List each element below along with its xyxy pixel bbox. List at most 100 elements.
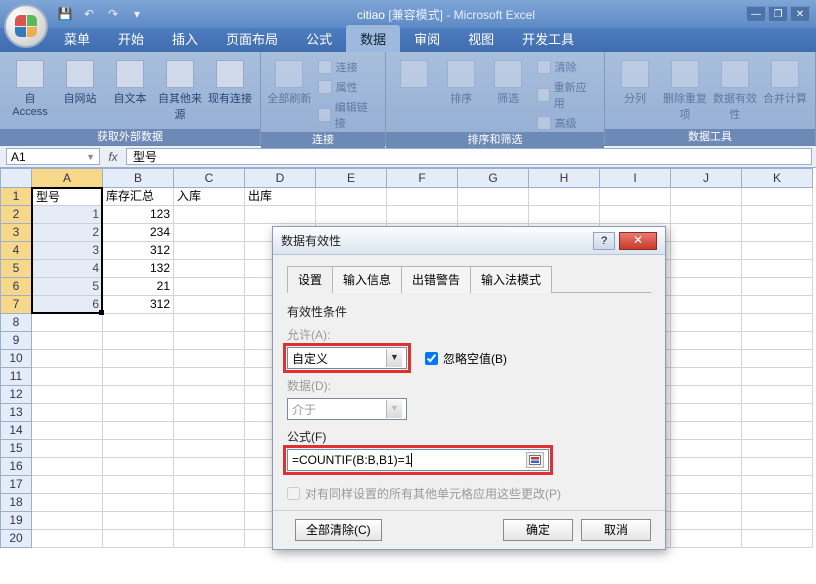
cell[interactable] [671, 350, 742, 368]
cell[interactable] [742, 368, 813, 386]
maximize-button[interactable]: ❐ [768, 6, 788, 22]
save-icon[interactable]: 💾 [56, 5, 74, 23]
cell[interactable] [32, 350, 103, 368]
cell[interactable] [671, 188, 742, 206]
cell[interactable] [32, 422, 103, 440]
cell[interactable] [671, 422, 742, 440]
ribbon-button-small[interactable]: 重新应用 [533, 78, 598, 112]
ribbon-button[interactable]: 删除重复项 [661, 56, 709, 122]
row-header[interactable]: 9 [0, 332, 32, 350]
ribbon-button[interactable] [392, 56, 437, 90]
column-header[interactable]: J [671, 168, 742, 188]
column-header[interactable]: H [529, 168, 600, 188]
column-header[interactable]: K [742, 168, 813, 188]
cell[interactable]: 5 [32, 278, 103, 296]
cell[interactable] [742, 422, 813, 440]
row-header[interactable]: 7 [0, 296, 32, 314]
row-header[interactable]: 12 [0, 386, 32, 404]
cell[interactable]: 入库 [174, 188, 245, 206]
cell[interactable] [32, 368, 103, 386]
cell[interactable] [671, 206, 742, 224]
dialog-tab[interactable]: 设置 [287, 266, 333, 293]
formula-input[interactable]: 型号 [126, 148, 812, 165]
chevron-down-icon[interactable]: ▼ [386, 349, 402, 367]
cell[interactable] [742, 260, 813, 278]
cell[interactable] [671, 314, 742, 332]
cell[interactable] [671, 242, 742, 260]
ribbon-button-small[interactable]: 清除 [533, 58, 598, 76]
cell[interactable] [742, 512, 813, 530]
cell[interactable] [742, 224, 813, 242]
cell[interactable] [742, 350, 813, 368]
cell[interactable] [32, 458, 103, 476]
cell[interactable] [742, 296, 813, 314]
ribbon-button[interactable]: 全部刷新 [267, 56, 312, 106]
cell[interactable] [671, 440, 742, 458]
cell[interactable]: 6 [32, 296, 103, 314]
cell[interactable]: 出库 [245, 188, 316, 206]
cell[interactable] [245, 206, 316, 224]
cell[interactable] [103, 422, 174, 440]
cell[interactable] [600, 188, 671, 206]
ribbon-tab[interactable]: 公式 [292, 25, 346, 52]
cell[interactable] [32, 476, 103, 494]
dialog-help-button[interactable]: ? [593, 232, 615, 250]
dialog-tab[interactable]: 出错警告 [401, 266, 471, 293]
cell[interactable] [174, 296, 245, 314]
cell[interactable] [103, 530, 174, 548]
cell[interactable]: 21 [103, 278, 174, 296]
column-header[interactable]: B [103, 168, 174, 188]
cell[interactable] [32, 512, 103, 530]
ribbon-button[interactable]: 自 Access [6, 56, 54, 118]
cell[interactable] [458, 188, 529, 206]
ribbon-tab[interactable]: 数据 [346, 25, 400, 52]
cell[interactable] [32, 440, 103, 458]
row-header[interactable]: 6 [0, 278, 32, 296]
cell[interactable] [671, 404, 742, 422]
cell[interactable] [174, 260, 245, 278]
undo-icon[interactable]: ↶ [80, 5, 98, 23]
ribbon-button[interactable]: 自网站 [56, 56, 104, 106]
column-header[interactable]: E [316, 168, 387, 188]
row-header[interactable]: 8 [0, 314, 32, 332]
formula-input[interactable]: =COUNTIF(B:B,B1)=1 [287, 449, 549, 471]
cell[interactable] [174, 350, 245, 368]
row-header[interactable]: 19 [0, 512, 32, 530]
cell[interactable] [32, 404, 103, 422]
cell[interactable]: 2 [32, 224, 103, 242]
cell[interactable] [387, 188, 458, 206]
cell[interactable] [103, 494, 174, 512]
ribbon-tab[interactable]: 页面布局 [212, 25, 292, 52]
cell[interactable]: 123 [103, 206, 174, 224]
minimize-button[interactable]: — [746, 6, 766, 22]
cell[interactable] [387, 206, 458, 224]
cell[interactable] [458, 206, 529, 224]
cell[interactable] [174, 278, 245, 296]
cell[interactable] [742, 404, 813, 422]
row-header[interactable]: 4 [0, 242, 32, 260]
row-header[interactable]: 16 [0, 458, 32, 476]
row-header[interactable]: 10 [0, 350, 32, 368]
cell[interactable] [103, 476, 174, 494]
cell[interactable] [174, 530, 245, 548]
cell[interactable] [174, 458, 245, 476]
column-header[interactable]: C [174, 168, 245, 188]
row-header[interactable]: 14 [0, 422, 32, 440]
cell[interactable] [671, 494, 742, 512]
cell[interactable]: 312 [103, 296, 174, 314]
ribbon-tab[interactable]: 菜单 [50, 25, 104, 52]
cell[interactable] [742, 278, 813, 296]
row-header[interactable]: 17 [0, 476, 32, 494]
ribbon-tab[interactable]: 开发工具 [508, 25, 588, 52]
row-header[interactable]: 5 [0, 260, 32, 278]
row-header[interactable]: 3 [0, 224, 32, 242]
cell[interactable] [671, 296, 742, 314]
cell[interactable] [671, 278, 742, 296]
cell[interactable]: 234 [103, 224, 174, 242]
cell[interactable] [671, 368, 742, 386]
cancel-button[interactable]: 取消 [581, 519, 651, 541]
cell[interactable] [742, 242, 813, 260]
allow-select[interactable]: 自定义 ▼ [287, 347, 407, 369]
cell[interactable] [32, 530, 103, 548]
cell[interactable] [103, 458, 174, 476]
